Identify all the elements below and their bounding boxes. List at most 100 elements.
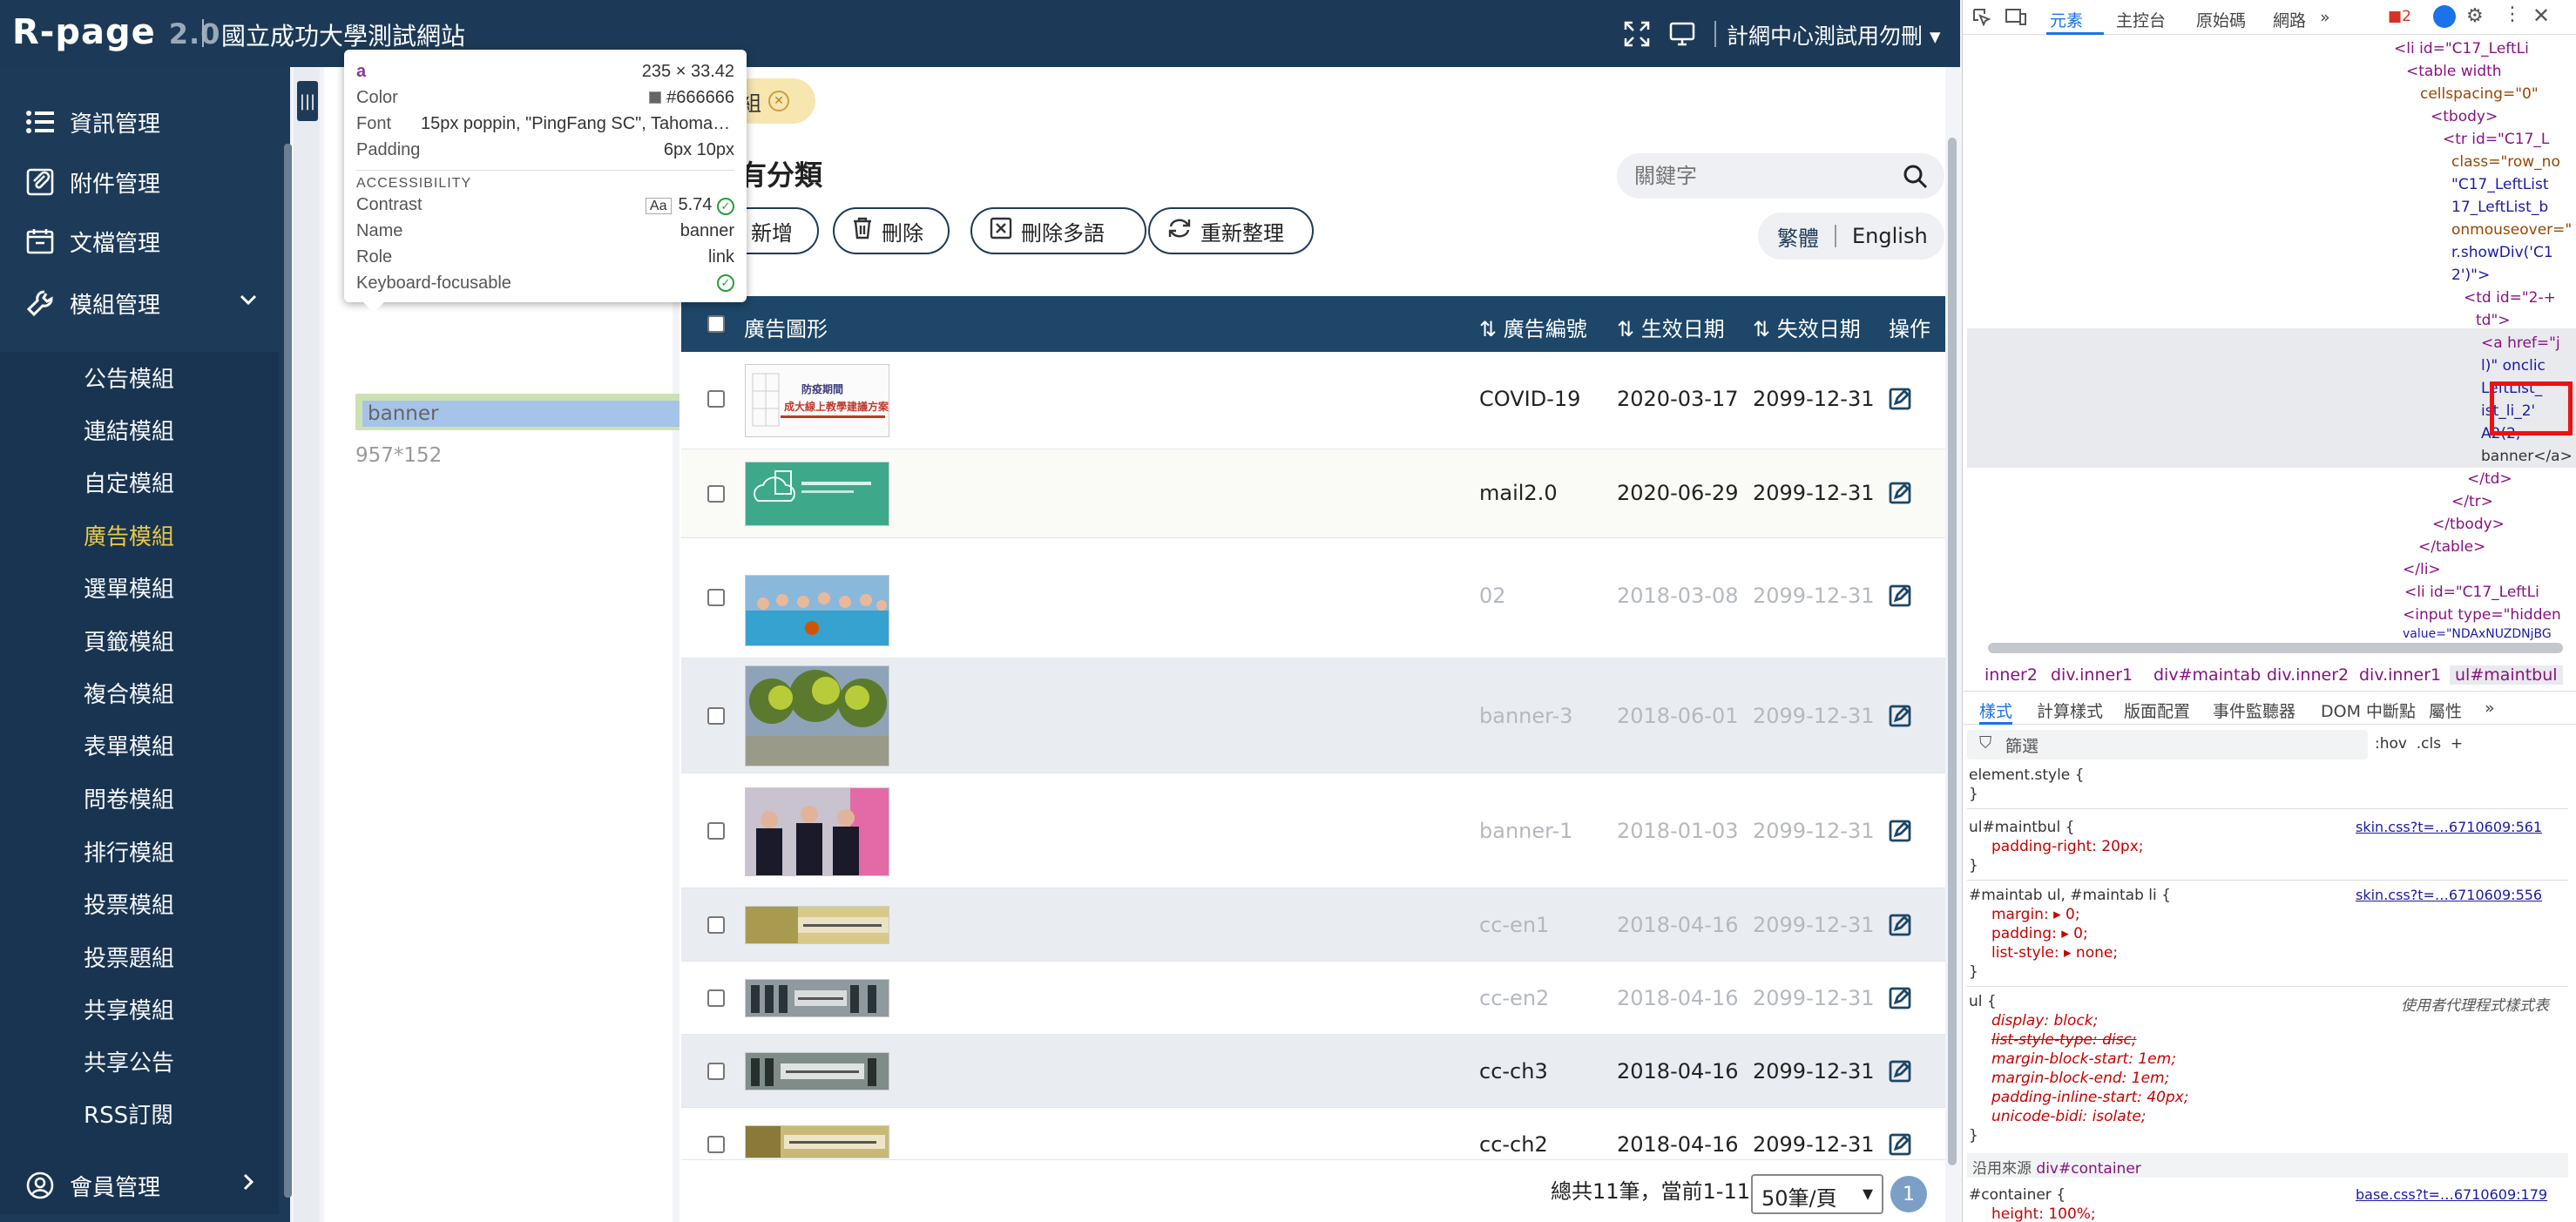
- css-source-link[interactable]: skin.css?t=…6710609:556: [2356, 887, 2564, 903]
- sidebar-item-tab[interactable]: 頁籤模組: [84, 625, 174, 657]
- css-declaration[interactable]: padding: ▸ 0;: [1991, 925, 2088, 942]
- edit-icon[interactable]: [1888, 704, 1912, 733]
- dom-line[interactable]: 17_LeftList_b: [2451, 199, 2548, 216]
- gear-icon[interactable]: ⚙: [2466, 5, 2484, 27]
- css-rule[interactable]: element.style {: [1969, 766, 2085, 784]
- dom-line[interactable]: cellspacing="0": [2420, 85, 2539, 103]
- sidebar-item-menu[interactable]: 選單模組: [84, 571, 174, 604]
- tab-dom-breakpoints[interactable]: DOM 中斷點: [2321, 699, 2416, 722]
- ad-thumbnail[interactable]: [745, 1052, 889, 1090]
- sidebar-item-attachment[interactable]: 附件管理: [0, 155, 279, 209]
- page-number-button[interactable]: 1: [1890, 1176, 1927, 1212]
- table-row[interactable]: banner-3 2018-06-01 2099-12-31: [681, 658, 1945, 773]
- tab-network[interactable]: 網路: [2273, 8, 2306, 31]
- row-checkbox[interactable]: [707, 485, 725, 503]
- close-icon[interactable]: ✕: [2532, 3, 2550, 28]
- device-toggle-icon[interactable]: [2005, 7, 2027, 32]
- user-menu[interactable]: 計網中心測試用勿刪 ▾: [1727, 19, 1941, 51]
- dom-line[interactable]: </tr>: [2451, 493, 2493, 510]
- css-source-link[interactable]: skin.css?t=…6710609:561: [2356, 819, 2564, 835]
- row-checkbox[interactable]: [707, 916, 725, 934]
- lang-en-button[interactable]: English: [1852, 224, 1928, 248]
- sidebar-item-announcement[interactable]: 公告模組: [84, 361, 174, 394]
- reorder-button[interactable]: 重新整理: [1148, 207, 1314, 254]
- tree-item-size[interactable]: 957*152: [355, 444, 442, 467]
- crumb[interactable]: div.inner1: [2359, 665, 2441, 685]
- panel-toggle-button[interactable]: |||: [297, 81, 318, 121]
- edit-icon[interactable]: [1888, 1132, 1912, 1162]
- table-row[interactable]: banner-1 2018-01-03 2099-12-31: [681, 773, 1945, 888]
- css-rule[interactable]: #container {: [1969, 1186, 2066, 1204]
- tab-console[interactable]: 主控台: [2116, 8, 2166, 31]
- tab-layout[interactable]: 版面配置: [2124, 699, 2190, 722]
- main-scrollbar[interactable]: [1948, 138, 1957, 1165]
- table-row[interactable]: cc-ch3 2018-04-16 2099-12-31: [681, 1035, 1945, 1108]
- row-checkbox[interactable]: [707, 1136, 725, 1153]
- css-rule[interactable]: #maintab ul, #maintab li {: [1969, 887, 2171, 904]
- table-row[interactable]: 02 2018-03-08 2099-12-31: [681, 538, 1945, 658]
- dom-line[interactable]: <a href="j: [2481, 334, 2560, 352]
- col-start[interactable]: ⇅ 生效日期: [1617, 312, 1725, 342]
- sidebar-item-share-notice[interactable]: 共享公告: [84, 1045, 174, 1077]
- dom-line[interactable]: onmouseover=": [2451, 221, 2572, 239]
- dom-line[interactable]: </td>: [2467, 470, 2512, 488]
- col-code[interactable]: ⇅ 廣告編號: [1479, 312, 1587, 342]
- ad-thumbnail[interactable]: [745, 575, 889, 646]
- dom-line[interactable]: <tr id="C17_L: [2443, 131, 2549, 148]
- dom-line[interactable]: <li id="C17_LeftLi: [2394, 40, 2529, 57]
- edit-icon[interactable]: [1888, 481, 1912, 510]
- dom-line[interactable]: r.showDiv('C1: [2451, 244, 2553, 261]
- monitor-icon[interactable]: [1667, 19, 1697, 49]
- css-rule[interactable]: ul {: [1969, 993, 1997, 1010]
- dom-line[interactable]: class="row_no: [2451, 153, 2560, 171]
- sidebar-item-share[interactable]: 共享模組: [84, 993, 174, 1025]
- close-icon[interactable]: ✕: [768, 91, 789, 111]
- tree-item-banner[interactable]: banner: [355, 394, 686, 430]
- dom-line[interactable]: </tbody>: [2432, 516, 2505, 533]
- css-source-link[interactable]: base.css?t=…6710609:179: [2356, 1186, 2564, 1203]
- tab-more[interactable]: »: [2485, 699, 2495, 718]
- row-checkbox[interactable]: [707, 589, 725, 606]
- kebab-menu-icon[interactable]: ⋮: [2503, 3, 2522, 25]
- table-row[interactable]: cc-en2 2018-04-16 2099-12-31: [681, 962, 1945, 1035]
- issues-icon[interactable]: [2433, 5, 2456, 28]
- row-checkbox[interactable]: [707, 822, 725, 840]
- fullscreen-icon[interactable]: [1622, 19, 1652, 49]
- lang-zh-button[interactable]: 繁體: [1777, 221, 1819, 252]
- sidebar-item-form[interactable]: 表單模組: [84, 729, 174, 761]
- css-declaration[interactable]: margin: ▸ 0;: [1991, 906, 2080, 923]
- dom-line[interactable]: 2')">: [2451, 267, 2490, 284]
- dom-line[interactable]: <li id="C17_LeftLi: [2404, 584, 2539, 601]
- dom-line[interactable]: value="NDAxNUZDNjBG: [2403, 627, 2552, 641]
- table-row[interactable]: 防疫期間 成大線上教學建議方案 COVID-19 2020-03-17 2099…: [681, 352, 1945, 449]
- ad-thumbnail[interactable]: [745, 462, 889, 526]
- search-icon[interactable]: [1903, 164, 1929, 195]
- delete-button[interactable]: 刪除: [833, 207, 950, 254]
- error-badge[interactable]: ■2: [2388, 8, 2411, 25]
- crumb[interactable]: div.inner2: [2267, 665, 2349, 685]
- per-page-select[interactable]: 50筆/頁 ▾: [1751, 1174, 1883, 1214]
- sidebar-item-composite[interactable]: 複合模組: [84, 677, 174, 709]
- tab-computed[interactable]: 計算樣式: [2037, 699, 2103, 722]
- ad-thumbnail[interactable]: [745, 787, 889, 876]
- ad-thumbnail[interactable]: [745, 665, 889, 766]
- tab-more[interactable]: »: [2320, 8, 2330, 27]
- sidebar-item-custom[interactable]: 自定模組: [84, 466, 174, 498]
- styles-filter-input[interactable]: ⛉ 篩選: [1967, 730, 2368, 760]
- edit-icon[interactable]: [1888, 913, 1912, 942]
- dom-line[interactable]: </table>: [2418, 538, 2485, 556]
- sidebar-item-rss[interactable]: RSS訂閱: [84, 1097, 173, 1130]
- search-input[interactable]: [1634, 162, 1896, 190]
- filter-tools[interactable]: :hov .cls +: [2375, 735, 2463, 753]
- sidebar-item-ranking[interactable]: 排行模組: [84, 835, 174, 868]
- css-declaration[interactable]: height: 100%;: [1991, 1205, 2096, 1222]
- crumb[interactable]: div.inner1: [2051, 665, 2133, 685]
- inherited-source[interactable]: div#container: [2036, 1160, 2140, 1178]
- dom-line[interactable]: banner</a>: [2481, 448, 2573, 465]
- sidebar-item-member[interactable]: 會員管理: [0, 1158, 279, 1212]
- dom-line[interactable]: </li>: [2403, 561, 2441, 578]
- ad-thumbnail[interactable]: [745, 906, 889, 944]
- edit-icon[interactable]: [1888, 584, 1912, 613]
- sidebar-item-ad[interactable]: 廣告模組: [84, 519, 174, 551]
- css-declaration[interactable]: list-style: ▸ none;: [1991, 944, 2118, 962]
